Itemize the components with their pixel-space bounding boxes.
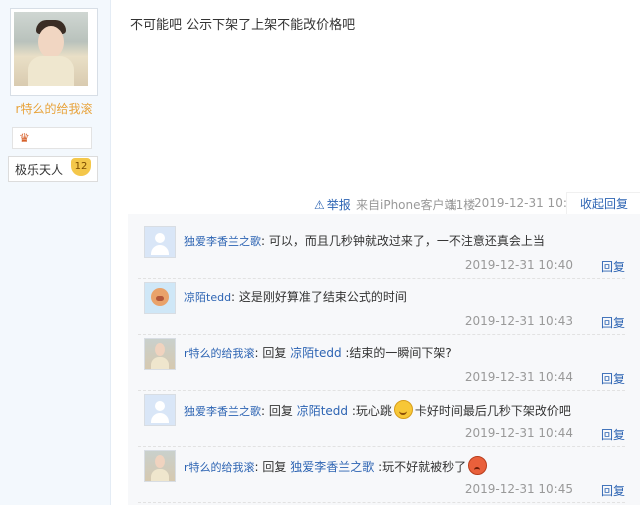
reply-text: 玩心跳 [355,404,392,418]
default-avatar-icon[interactable] [144,226,176,258]
reply-username[interactable]: r特么的给我滚 [184,347,255,360]
reply-list: 独爱李香兰之歌: 可以，而且几秒钟就改过来了，一不注意还真会上当 2019-12… [128,214,640,505]
reply-line: r特么的给我滚: 回复 独爱李香兰之歌 :玩不好就被秒了 [184,456,489,475]
pig-avatar-icon[interactable] [144,282,176,314]
reply-line: 独爱李香兰之歌: 可以，而且几秒钟就改过来了，一不注意还真会上当 [184,234,545,248]
reply-time: 2019-12-31 10:44 [464,370,573,384]
reply-button[interactable]: 回复 [601,426,625,443]
reply-time: 2019-12-31 10:44 [464,426,573,440]
reply-line: r特么的给我滚: 回复 凉陌tedd :结束的一瞬间下架? [184,346,452,360]
reply-word: 回复 [262,460,287,474]
reply-item: r特么的给我滚: 回复 独爱李香兰之歌 :玩不好就被秒了 2019-12-31 … [138,446,625,503]
reply-item: 独爱李香兰之歌: 可以，而且几秒钟就改过来了，一不注意还真会上当 2019-12… [138,222,625,279]
photo-avatar-icon[interactable] [144,338,176,370]
level-badge[interactable]: 极乐天人 12 [8,156,98,182]
reply-text-continued: 卡好时间最后几秒下架改价吧 [414,404,571,418]
angry-emoji-icon [468,456,488,475]
collapse-replies-button[interactable]: 收起回复 [566,192,640,215]
reply-username[interactable]: 独爱李香兰之歌 [184,405,261,418]
report-label: 举报 [326,198,351,212]
reply-line: 凉陌tedd: 这是刚好算准了结束公式的时间 [184,290,407,304]
level-title: 极乐天人 [15,163,64,177]
badge-row: ♛ [12,127,92,149]
reply-item: 凉陌tedd: 这是刚好算准了结束公式的时间 2019-12-31 10:43 … [138,278,625,335]
reply-item: 独爱李香兰之歌: 回复 凉陌tedd :玩心跳 卡好时间最后几秒下架改价吧 201… [138,390,625,447]
crown-icon: ♛ [19,131,30,145]
reply-button[interactable]: 回复 [601,258,625,275]
reply-text: 结束的一瞬间下架? [349,346,452,360]
reply-word: 回复 [268,404,293,418]
report-link[interactable]: ⚠ 举报 [314,196,351,213]
reply-button[interactable]: 回复 [601,482,625,499]
reply-mention[interactable]: 凉陌tedd [297,404,348,418]
reply-item: r特么的给我滚: 回复 凉陌tedd :结束的一瞬间下架? 2019-12-31… [138,334,625,391]
reply-time: 2019-12-31 10:45 [464,482,573,496]
user-sidebar: r特么的给我滚 ♛ 极乐天人 12 [0,0,111,505]
reply-username[interactable]: r特么的给我滚 [184,461,255,474]
post-source: 来自iPhone客户端 [356,198,457,212]
smug-emoji-icon [393,400,413,419]
reply-mention[interactable]: 独爱李香兰之歌 [290,460,374,474]
warning-icon: ⚠ [314,198,325,212]
reply-button[interactable]: 回复 [601,370,625,387]
reply-button[interactable]: 回复 [601,314,625,331]
reply-username[interactable]: 独爱李香兰之歌 [184,235,261,248]
reply-username[interactable]: 凉陌tedd [184,291,231,304]
reply-time: 2019-12-31 10:40 [464,258,573,272]
reply-time: 2019-12-31 10:43 [464,314,573,328]
post-tail: ⚠ 举报 来自iPhone客户端 11楼 2019-12-31 10:27 收起回… [128,192,640,215]
reply-text: 可以，而且几秒钟就改过来了，一不注意还真会上当 [268,234,545,248]
reply-text: 这是刚好算准了结束公式的时间 [238,290,407,304]
user-photo-avatar-icon [14,12,88,86]
reply-word: 回复 [262,346,287,360]
default-avatar-icon[interactable] [144,394,176,426]
level-number: 12 [71,158,91,176]
post-content: 不可能吧 公示下架了上架不能改价格吧 [130,18,356,33]
post-floor: 11楼 [448,198,476,212]
photo-avatar-icon[interactable] [144,450,176,482]
reply-text: 玩不好就被秒了 [382,460,467,474]
reply-line: 独爱李香兰之歌: 回复 凉陌tedd :玩心跳 卡好时间最后几秒下架改价吧 [184,400,571,419]
user-avatar[interactable] [10,8,98,96]
reply-mention[interactable]: 凉陌tedd [290,346,341,360]
username-link[interactable]: r特么的给我滚 [10,100,98,117]
